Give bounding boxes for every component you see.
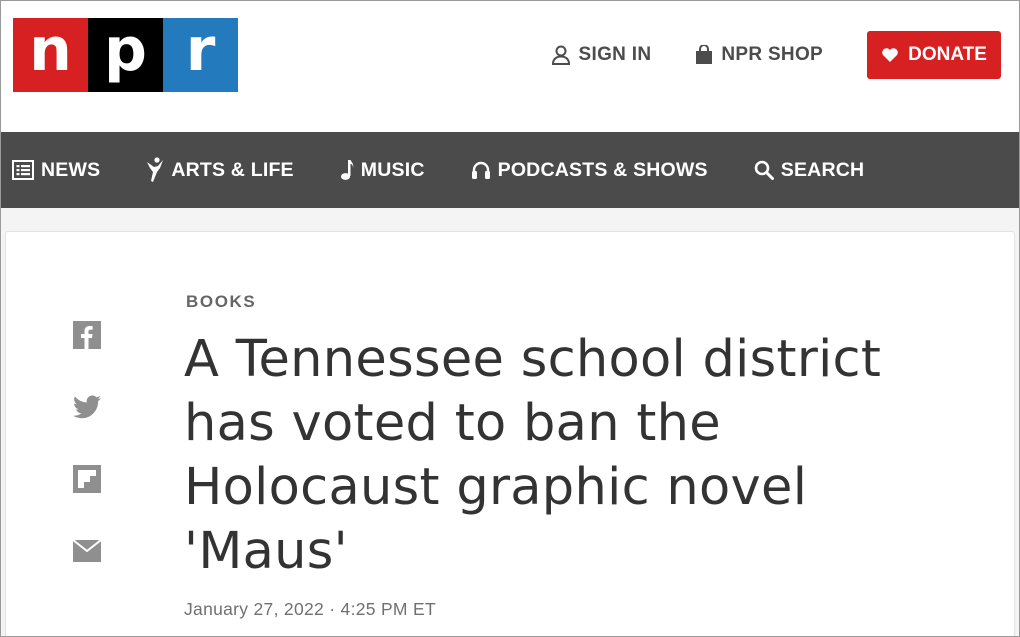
share-twitter-button[interactable] xyxy=(73,393,101,421)
flipboard-icon xyxy=(73,465,101,493)
sign-in-label: SIGN IN xyxy=(578,44,652,65)
article-time: 4:25 PM ET xyxy=(340,599,436,619)
music-note-icon xyxy=(340,160,354,180)
npr-shop-link[interactable]: NPR SHOP xyxy=(695,44,823,66)
nav-label-arts-life: ARTS & LIFE xyxy=(171,158,294,181)
nav-item-music[interactable]: MUSIC xyxy=(340,159,425,182)
user-icon xyxy=(551,45,570,65)
twitter-icon xyxy=(73,395,101,419)
logo-letter-n: n xyxy=(13,18,88,92)
utility-nav: SIGN IN NPR SHOP DONATE xyxy=(551,31,1001,79)
dateline-separator: · xyxy=(329,599,336,619)
page-frame: n p r SIGN IN NPR SHOP DONATE NEWS ARTS … xyxy=(0,0,1020,637)
sign-in-link[interactable]: SIGN IN xyxy=(551,44,652,66)
site-header: n p r SIGN IN NPR SHOP DONATE xyxy=(1,1,1019,132)
nav-item-news[interactable]: NEWS xyxy=(12,159,100,182)
heart-icon xyxy=(882,48,898,62)
facebook-icon xyxy=(73,321,101,349)
npr-logo[interactable]: n p r xyxy=(13,18,238,92)
nav-label-music: MUSIC xyxy=(360,158,425,181)
main-nav: NEWS ARTS & LIFE MUSIC PODCASTS & SHOWS … xyxy=(1,132,1019,208)
article-date: January 27, 2022 xyxy=(184,599,325,619)
nav-item-search[interactable]: SEARCH xyxy=(754,159,865,182)
article-section-slug[interactable]: BOOKS xyxy=(186,292,256,312)
share-facebook-button[interactable] xyxy=(73,321,101,349)
share-flipboard-button[interactable] xyxy=(73,465,101,493)
news-icon xyxy=(12,160,34,180)
arts-life-icon xyxy=(147,157,164,182)
nav-label-search: SEARCH xyxy=(780,158,865,181)
nav-item-arts-life[interactable]: ARTS & LIFE xyxy=(146,157,294,183)
donate-button[interactable]: DONATE xyxy=(867,31,1001,79)
share-email-button[interactable] xyxy=(73,537,101,565)
donate-label: DONATE xyxy=(908,44,987,65)
npr-shop-label: NPR SHOP xyxy=(721,44,823,65)
headline-line: A Tennessee school district xyxy=(184,330,882,389)
logo-letter-p: p xyxy=(88,18,163,92)
article-headline: A Tennessee school district has voted to… xyxy=(184,328,984,584)
nav-label-podcasts-shows: PODCASTS & SHOWS xyxy=(497,158,708,181)
shopping-bag-icon xyxy=(696,45,713,64)
nav-label-news: NEWS xyxy=(41,158,101,181)
logo-letter-r: r xyxy=(163,18,238,92)
headline-line: 'Maus' xyxy=(184,522,348,581)
nav-item-podcasts-shows[interactable]: PODCASTS & SHOWS xyxy=(471,159,708,182)
article-dateline: January 27, 2022 · 4:25 PM ET xyxy=(184,599,436,620)
headline-line: has voted to ban the xyxy=(184,394,721,453)
search-icon xyxy=(754,160,774,180)
headphones-icon xyxy=(471,161,490,179)
headline-line: Holocaust graphic novel xyxy=(184,458,808,517)
email-icon xyxy=(73,540,101,562)
